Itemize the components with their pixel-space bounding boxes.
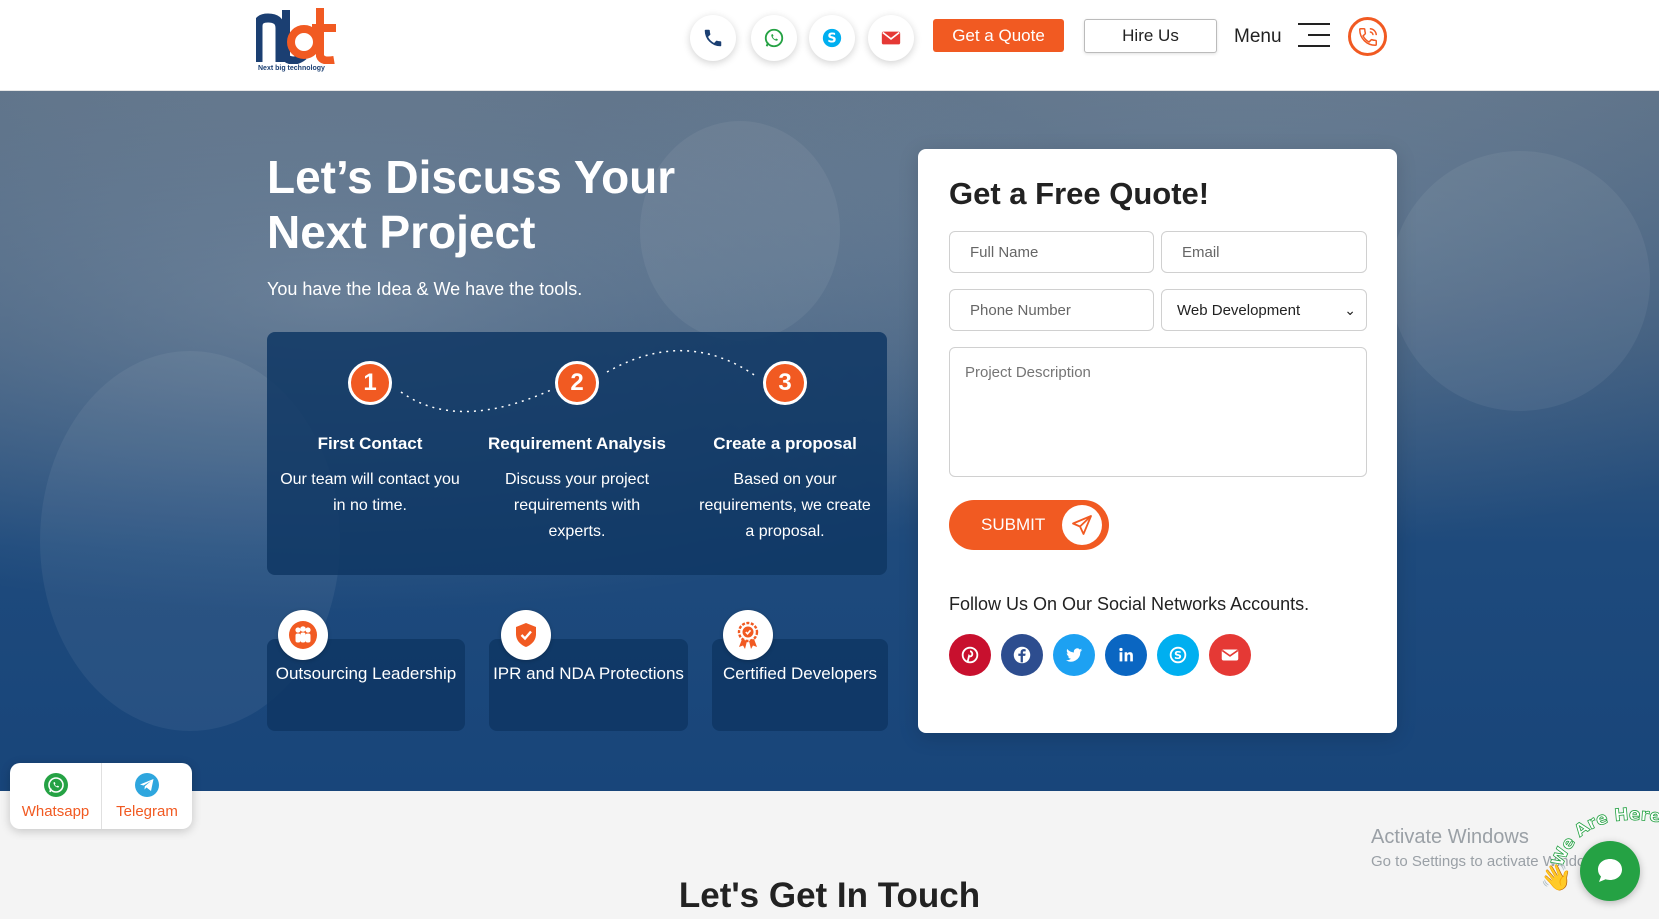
step-description: Based on your requirements, we create a … (699, 471, 871, 540)
twitter-icon (1065, 648, 1083, 662)
email-link[interactable] (1209, 634, 1251, 676)
service-select-value: Web Development (1177, 301, 1301, 319)
hamburger-menu-icon[interactable] (1298, 23, 1330, 49)
email-icon (881, 31, 901, 45)
hero-title: Let’s Discuss Your Next Project (267, 151, 676, 258)
step-number-badge: 3 (763, 361, 807, 405)
submit-label: SUBMIT (981, 515, 1046, 534)
feature-label: Certified Developers (722, 664, 877, 683)
feature-label: Outsourcing Leadership (275, 664, 457, 683)
submit-button[interactable]: SUBMIT (949, 500, 1109, 550)
feature-ipr-nda: IPR and NDA Protections (489, 610, 688, 731)
svg-text:S: S (1174, 649, 1182, 662)
menu-label[interactable]: Menu (1234, 26, 1282, 48)
live-chat-button[interactable] (1580, 841, 1640, 901)
logo-tagline: Next big technology (258, 65, 325, 72)
skype-icon: S (822, 28, 842, 48)
phone-number-input[interactable] (949, 289, 1154, 331)
certificate-badge-icon (723, 610, 773, 660)
call-ring-button[interactable] (1348, 17, 1387, 56)
skype-icon: S (1169, 646, 1187, 664)
email-icon (1221, 649, 1239, 661)
skype-link[interactable]: S (1157, 634, 1199, 676)
step-title: First Contact (317, 434, 423, 453)
header-whatsapp-button[interactable] (751, 15, 797, 61)
paper-plane-icon (1062, 505, 1102, 545)
pinterest-link[interactable] (949, 634, 991, 676)
hero-subtitle: You have the Idea & We have the tools. (267, 279, 583, 299)
phone-icon (704, 29, 722, 47)
quote-form-title: Get a Free Quote! (949, 176, 1210, 211)
project-description-textarea[interactable] (949, 347, 1367, 477)
telegram-label: Telegram (116, 803, 178, 820)
step-number-badge: 2 (555, 361, 599, 405)
nbt-logo[interactable]: Next big technology (253, 6, 338, 76)
feature-certified-developers: Certified Developers (712, 610, 888, 731)
email-input[interactable] (1161, 231, 1367, 273)
feature-outsourcing-leadership: Outsourcing Leadership (267, 610, 465, 731)
floating-telegram-button[interactable]: Telegram (101, 763, 192, 829)
svg-text:S: S (827, 32, 836, 47)
whatsapp-icon (764, 28, 784, 48)
header-skype-button[interactable]: S (809, 15, 855, 61)
facebook-link[interactable] (1001, 634, 1043, 676)
logo-mark-icon (253, 8, 336, 65)
step-title: Requirement Analysis (488, 434, 666, 453)
pinterest-icon (961, 646, 979, 664)
facebook-icon (1013, 646, 1031, 664)
telegram-icon (135, 773, 159, 797)
free-quote-card: Get a Free Quote! Web Development ⌄ SUBM… (918, 149, 1397, 733)
floating-contact-bar: Whatsapp Telegram (10, 763, 192, 829)
waving-hand-icon: 👋 (1540, 862, 1573, 892)
phone-ring-icon (1358, 27, 1377, 46)
hire-us-button[interactable]: Hire Us (1084, 19, 1217, 53)
header-email-button[interactable] (868, 15, 914, 61)
team-icon (278, 610, 328, 660)
process-steps-panel: 1 First Contact Our team will contact yo… (267, 332, 887, 575)
shield-check-icon (501, 610, 551, 660)
hero-bg-shape (1390, 151, 1650, 411)
linkedin-icon (1119, 647, 1133, 662)
chat-bubble-icon (1598, 859, 1622, 882)
chevron-down-icon: ⌄ (1344, 302, 1356, 318)
whatsapp-icon (43, 773, 68, 797)
site-header: Next big technology S Get a Quote Hire U… (0, 0, 1659, 91)
full-name-input[interactable] (949, 231, 1154, 273)
whatsapp-label: Whatsapp (21, 803, 90, 820)
linkedin-link[interactable] (1105, 634, 1147, 676)
follow-us-text: Follow Us On Our Social Networks Account… (949, 594, 1310, 614)
hero-section: Let’s Discuss Your Next Project You have… (0, 91, 1659, 791)
twitter-link[interactable] (1053, 634, 1095, 676)
floating-whatsapp-button[interactable]: Whatsapp (10, 763, 101, 829)
get-a-quote-button[interactable]: Get a Quote (933, 19, 1064, 52)
service-select[interactable]: Web Development ⌄ (1161, 289, 1367, 331)
step-number-badge: 1 (348, 361, 392, 405)
step-description: Our team will contact you in no time. (280, 471, 460, 514)
header-phone-button[interactable] (690, 15, 736, 61)
step-title: Create a proposal (713, 434, 857, 453)
lets-get-in-touch-title: Let's Get In Touch (678, 876, 981, 915)
feature-label: IPR and NDA Protections (493, 664, 684, 683)
step-description: Discuss your project requirements with e… (504, 471, 650, 540)
